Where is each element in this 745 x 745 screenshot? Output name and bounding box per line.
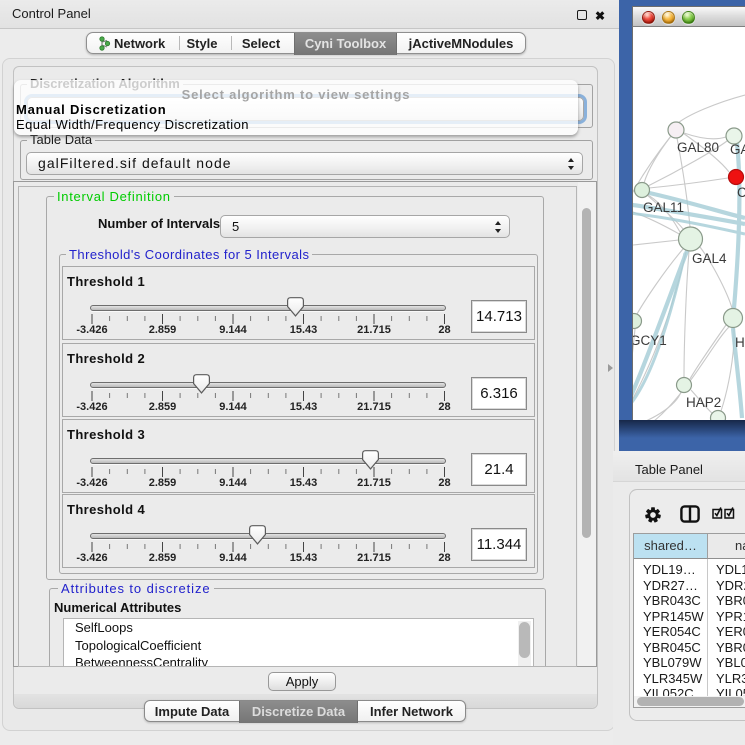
svg-text:GAL11: GAL11 [643,200,684,215]
svg-text:HAP2: HAP2 [686,395,721,410]
svg-text:C: C [737,185,745,200]
svg-text:GCY1: GCY1 [633,333,667,348]
svg-text:GA: GA [730,142,745,157]
svg-text:GAL80: GAL80 [677,140,719,155]
svg-text:GAL4: GAL4 [692,251,727,266]
svg-text:H: H [735,335,745,350]
